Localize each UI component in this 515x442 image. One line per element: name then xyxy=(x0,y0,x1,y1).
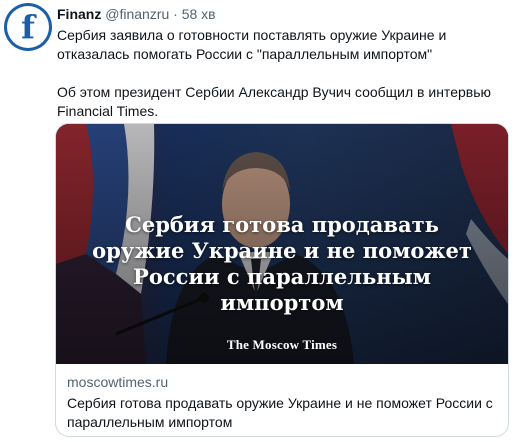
tweet-time[interactable]: 58 хв xyxy=(182,6,216,22)
author-name[interactable]: Finanz xyxy=(57,6,101,22)
moscow-times-logo: The Moscow Times xyxy=(226,337,338,352)
avatar[interactable]: f xyxy=(4,3,52,51)
card-image[interactable]: Сербия готова продавать оружие Украине и… xyxy=(56,124,508,364)
card-headline: Сербия готова продавать оружие Украине и… xyxy=(92,212,472,315)
card-meta[interactable]: moscowtimes.ru Сербия готова продавать о… xyxy=(67,373,497,432)
tweet[interactable]: f Finanz @finanzru · 58 хв Сербия заявил… xyxy=(0,0,515,442)
tweet-text-paragraph-1: Сербия заявила о готовности поставлять о… xyxy=(57,27,447,62)
author-handle[interactable]: @finanzru xyxy=(105,6,169,22)
tweet-header: Finanz @finanzru · 58 хв xyxy=(57,4,216,24)
card-domain[interactable]: moscowtimes.ru xyxy=(67,373,497,392)
link-card[interactable]: Сербия готова продавать оружие Украине и… xyxy=(55,123,509,437)
card-title[interactable]: Сербия готова продавать оружие Украине и… xyxy=(67,394,497,432)
separator-dot: · xyxy=(173,6,178,22)
tweet-text-paragraph-2: Об этом президент Сербии Александр Вучич… xyxy=(57,84,491,119)
tweet-text: Сербия заявила о готовности поставлять о… xyxy=(57,26,507,121)
finanz-logo-icon: f xyxy=(21,8,35,46)
